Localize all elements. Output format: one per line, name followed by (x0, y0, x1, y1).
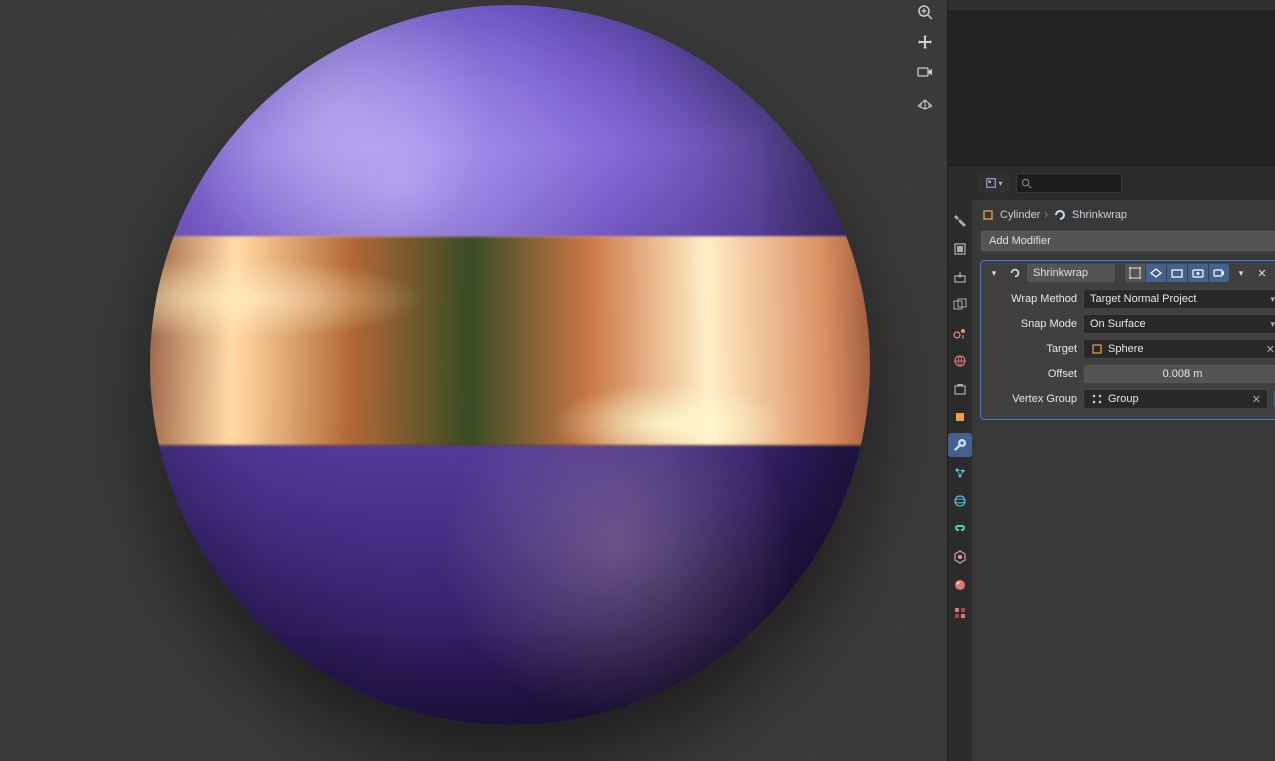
property-tabs (948, 166, 972, 761)
modifier-panel: ▾ Shrinkwrap (980, 260, 1275, 420)
search-input[interactable] (1016, 173, 1122, 193)
rendered-sphere (150, 5, 870, 725)
tab-world[interactable] (948, 349, 972, 373)
viewport-tools (911, 0, 939, 114)
properties-header: ▾ ▾ (972, 166, 1275, 200)
tab-material[interactable] (948, 573, 972, 597)
breadcrumb-modifier[interactable]: Shrinkwrap (1072, 209, 1127, 221)
snap-mode-dropdown[interactable]: On Surface ▾ (1083, 314, 1275, 334)
zoom-icon[interactable] (913, 0, 937, 24)
target-picker[interactable]: Sphere ✕ (1083, 339, 1275, 359)
target-label: Target (987, 343, 1079, 355)
snap-mode-label: Snap Mode (987, 318, 1079, 330)
offset-label: Offset (987, 368, 1079, 380)
wrap-method-dropdown[interactable]: Target Normal Project ▾ (1083, 289, 1275, 309)
mesh-icon (1090, 342, 1104, 356)
add-modifier-label: Add Modifier (989, 235, 1051, 247)
editor-type-dropdown[interactable]: ▾ (978, 173, 1010, 193)
add-modifier-dropdown[interactable]: Add Modifier ▾ (980, 230, 1275, 252)
tab-collection[interactable] (948, 377, 972, 401)
tab-output[interactable] (948, 265, 972, 289)
clear-vgroup-button[interactable]: ✕ (1252, 393, 1261, 406)
toggle-edit-cage[interactable] (1125, 264, 1145, 282)
vertex-group-label: Vertex Group (987, 393, 1079, 405)
toggle-editmode[interactable] (1167, 264, 1187, 282)
vertex-group-picker[interactable]: Group ✕ (1083, 389, 1268, 409)
panel-top-empty (948, 0, 1275, 166)
tab-texture[interactable] (948, 601, 972, 625)
toggle-realtime[interactable] (1188, 264, 1208, 282)
tab-data[interactable] (948, 545, 972, 569)
tab-particles[interactable] (948, 461, 972, 485)
grid-icon[interactable] (913, 90, 937, 114)
tab-tool[interactable] (948, 209, 972, 233)
move-icon[interactable] (913, 30, 937, 54)
chevron-down-icon: ▾ (1270, 294, 1275, 305)
breadcrumb-separator: › (1044, 209, 1048, 221)
offset-field[interactable]: 0.008 m (1083, 364, 1275, 384)
breadcrumb: Cylinder › Shrinkwrap (972, 200, 1275, 230)
tab-viewlayer[interactable] (948, 293, 972, 317)
modifier-name-input[interactable]: Shrinkwrap (1027, 264, 1115, 282)
shrinkwrap-icon (1052, 207, 1068, 223)
camera-icon[interactable] (913, 60, 937, 84)
tab-modifiers[interactable] (948, 433, 972, 457)
chevron-down-icon: ▾ (1270, 319, 1275, 330)
tab-object[interactable] (948, 405, 972, 429)
tab-physics[interactable] (948, 489, 972, 513)
toggle-render[interactable] (1209, 264, 1229, 282)
breadcrumb-object[interactable]: Cylinder (1000, 209, 1040, 221)
modifier-header: ▾ Shrinkwrap (981, 261, 1275, 285)
rendered-band (150, 236, 870, 446)
clear-target-button[interactable]: ✕ (1266, 343, 1275, 356)
toggle-on-cage[interactable] (1146, 264, 1166, 282)
wrap-method-label: Wrap Method (987, 293, 1079, 305)
modifier-close-button[interactable]: ✕ (1253, 264, 1271, 282)
collapse-toggle[interactable]: ▾ (985, 264, 1003, 282)
tab-constraints[interactable] (948, 517, 972, 541)
properties-region: ▾ ▾ Cylinder › Shrinkwrap (947, 0, 1275, 761)
tab-render[interactable] (948, 237, 972, 261)
mesh-icon (980, 207, 996, 223)
modifier-type-icon (1006, 264, 1024, 282)
modifier-extras-dropdown[interactable]: ▾ (1232, 264, 1250, 282)
vertex-group-icon (1090, 392, 1104, 406)
tab-scene[interactable] (948, 321, 972, 345)
viewport-3d[interactable] (0, 0, 947, 761)
